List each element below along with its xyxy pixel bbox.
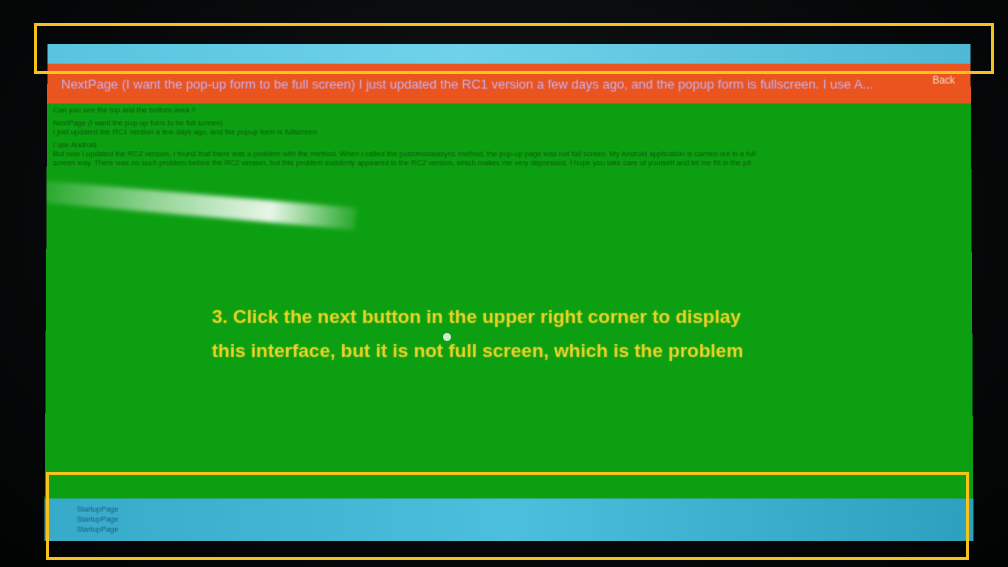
page-content: Can you see the top and the bottom area … bbox=[53, 105, 962, 171]
page-title: NextPage (I want the pop-up form to be f… bbox=[61, 76, 874, 92]
paragraph-1: NextPage (I want the pop-up form to be f… bbox=[53, 118, 961, 136]
paragraph-1-line-2: I just updated the RC1 version a few day… bbox=[52, 127, 319, 137]
annotation-line-1: 3. Click the next button in the upper ri… bbox=[211, 306, 742, 329]
paragraph-2-line-3: screen way. There was no such problem be… bbox=[52, 158, 751, 168]
paragraph-2: I use Android But now I updated the RC2 … bbox=[53, 140, 962, 167]
annotation-caption: 3. Click the next button in the upper ri… bbox=[212, 301, 853, 369]
back-button[interactable]: Back bbox=[933, 76, 955, 87]
paragraph-1-line-1: NextPage (I want the pop-up form to be f… bbox=[52, 118, 223, 128]
list-item: StartupPage bbox=[76, 524, 119, 534]
device-screen: NextPage (I want the pop-up form to be f… bbox=[44, 43, 974, 541]
status-bar bbox=[47, 43, 971, 64]
bottom-area bbox=[44, 498, 974, 541]
paragraph-2-line-1: I use Android bbox=[52, 140, 97, 150]
list-item: StartupPage bbox=[76, 504, 119, 514]
bottom-list: StartupPage StartupPage StartupPage bbox=[77, 505, 119, 535]
paragraph-2-line-2: But now I updated the RC2 version, I fou… bbox=[52, 149, 756, 159]
question-text: Can you see the top and the bottom area … bbox=[53, 105, 196, 115]
reflection-dot bbox=[443, 333, 451, 341]
annotation-line-2: this interface, but it is not full scree… bbox=[211, 341, 744, 363]
light-glare bbox=[44, 178, 357, 230]
navigation-bar: NextPage (I want the pop-up form to be f… bbox=[47, 63, 971, 104]
list-item: StartupPage bbox=[76, 514, 119, 524]
